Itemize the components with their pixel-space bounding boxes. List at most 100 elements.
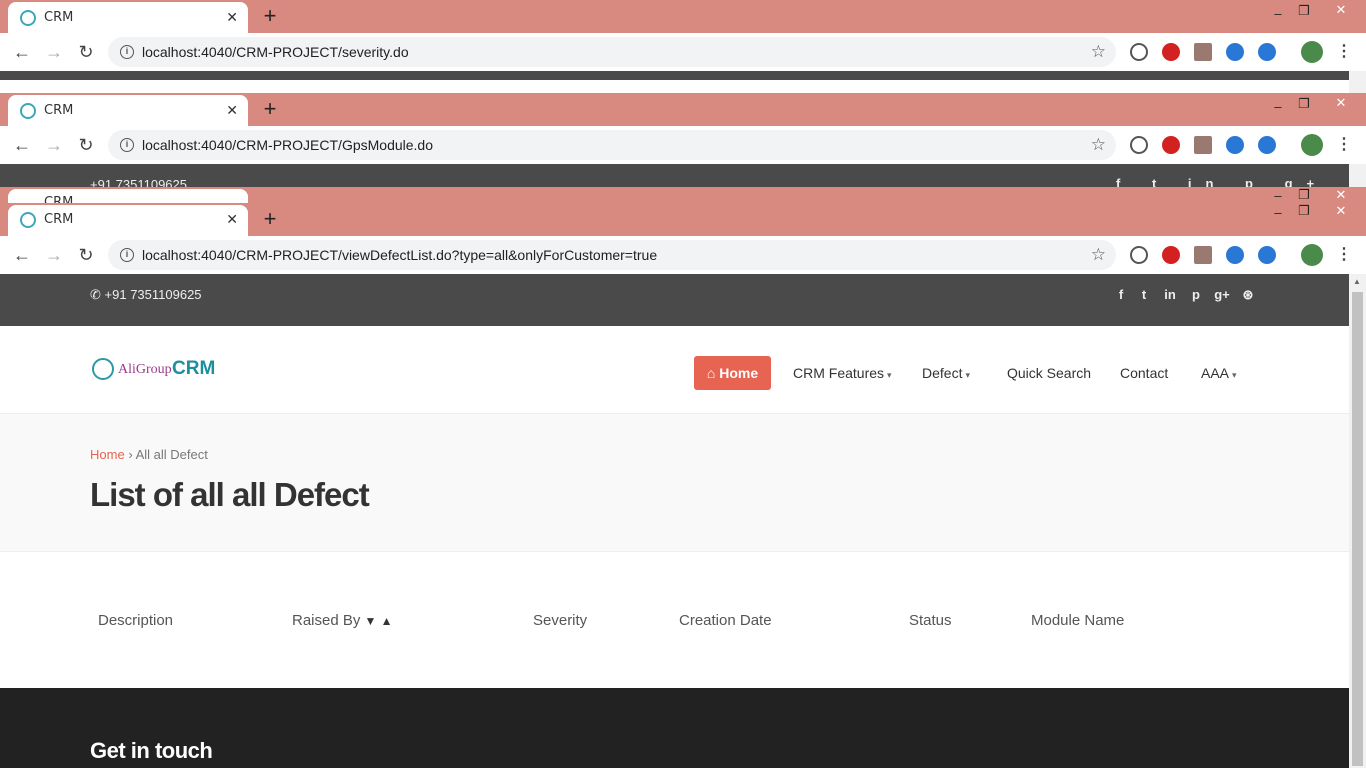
search-extension-icon[interactable] [1226,43,1244,61]
chevron-down-icon: ▾ [1232,370,1237,380]
search-extension-icon[interactable] [1258,43,1276,61]
nav-quick-search[interactable]: Quick Search [1007,365,1091,381]
shield-extension-icon[interactable] [1130,43,1148,61]
reload-button[interactable]: ↻ [75,42,97,62]
tab-1[interactable]: CRM ✕ [8,2,248,34]
back-button[interactable]: ← [11,42,33,62]
column-header-description[interactable]: Description [98,612,173,629]
column-header-creation-date[interactable]: Creation Date [679,612,772,629]
page-peek-1 [0,71,1349,80]
reload-button[interactable]: ↻ [75,245,97,265]
back-button[interactable]: ← [11,135,33,155]
phone-number: +91 7351109625 [104,287,202,302]
adblock-extension-icon[interactable] [1162,246,1180,264]
pinterest-icon[interactable]: p [1187,287,1205,302]
twitter-icon[interactable]: t [1135,287,1153,302]
search-extension-icon[interactable] [1258,246,1276,264]
column-header-status[interactable]: Status [909,612,952,629]
address-bar[interactable]: i localhost:4040/CRM-PROJECT/severity.do… [108,37,1116,67]
profile-avatar[interactable] [1301,134,1323,156]
linkedin-icon[interactable]: in [1161,287,1179,302]
restore-button[interactable]: ❐ [1291,96,1317,112]
sort-ascending-icon[interactable]: ▲ [381,614,393,628]
close-window-button[interactable]: ✕ [1327,2,1355,18]
page-scrollbar[interactable]: ▲ [1349,274,1366,768]
crm-favicon-icon [20,10,36,26]
phone-icon: ✆ [90,287,101,302]
close-tab-icon[interactable]: ✕ [226,9,238,26]
minimize-button[interactable]: – [1265,188,1291,203]
breadcrumb: Home › All all Defect [90,447,208,462]
scroll-thumb[interactable] [1352,292,1363,766]
forward-button[interactable]: → [43,245,65,265]
profile-avatar[interactable] [1301,41,1323,63]
google-plus-icon[interactable]: g+ [1213,287,1231,302]
nav-home-button[interactable]: ⌂ Home [694,356,771,390]
close-window-button[interactable]: ✕ [1327,203,1355,219]
restore-button[interactable]: ❐ [1291,3,1317,19]
nav-contact[interactable]: Contact [1120,365,1168,381]
pdf-extension-icon[interactable] [1194,136,1212,154]
close-window-button[interactable]: ✕ [1327,187,1355,203]
search-extension-icon[interactable] [1258,136,1276,154]
nav-user-menu[interactable]: AAA ▾ [1201,365,1237,381]
forward-button[interactable]: → [43,135,65,155]
bookmark-star-icon[interactable]: ☆ [1091,135,1106,155]
logo-crm-text: CRM [172,358,216,379]
site-header: AliGroup CRM ⌂ Home CRM Features ▾ Defect… [0,326,1349,414]
close-window-button[interactable]: ✕ [1327,95,1355,111]
toolbar-3: ← → ↻ i localhost:4040/CRM-PROJECT/viewD… [0,236,1366,274]
info-icon[interactable]: i [120,45,134,59]
browser-menu-icon[interactable]: ⋮ [1336,245,1352,265]
minimize-button[interactable]: – [1265,205,1291,220]
url-text: localhost:4040/CRM-PROJECT/GpsModule.do [142,137,434,153]
address-bar[interactable]: i localhost:4040/CRM-PROJECT/viewDefectL… [108,240,1116,270]
column-header-severity[interactable]: Severity [533,612,587,629]
pdf-extension-icon[interactable] [1194,246,1212,264]
adblock-extension-icon[interactable] [1162,136,1180,154]
restore-button[interactable]: ❐ [1291,187,1317,203]
breadcrumb-home-link[interactable]: Home [90,447,125,462]
profile-avatar[interactable] [1301,244,1323,266]
browser-menu-icon[interactable]: ⋮ [1336,42,1352,62]
dribbble-icon[interactable]: ⊛ [1239,287,1257,303]
breadcrumb-current: All all Defect [135,447,208,462]
bookmark-star-icon[interactable]: ☆ [1091,245,1106,265]
back-button[interactable]: ← [11,245,33,265]
shield-extension-icon[interactable] [1130,246,1148,264]
scrollbar-peek-1 [1349,71,1366,93]
toolbar-1: ← → ↻ i localhost:4040/CRM-PROJECT/sever… [0,33,1366,71]
column-header-module-name[interactable]: Module Name [1031,612,1124,629]
info-icon[interactable]: i [120,138,134,152]
new-tab-button[interactable]: + [260,96,280,122]
info-icon[interactable]: i [120,248,134,262]
close-tab-icon[interactable]: ✕ [226,102,238,119]
forward-button[interactable]: → [43,42,65,62]
search-extension-icon[interactable] [1226,136,1244,154]
minimize-button[interactable]: – [1265,6,1291,21]
adblock-extension-icon[interactable] [1162,43,1180,61]
column-header-raised-by[interactable]: Raised By ▼ ▲ [292,612,393,629]
nav-crm-features[interactable]: CRM Features ▾ [793,365,892,381]
new-tab-button[interactable]: + [260,206,280,232]
scroll-up-arrow-icon[interactable]: ▲ [1353,277,1361,286]
bookmark-star-icon[interactable]: ☆ [1091,42,1106,62]
browser-menu-icon[interactable]: ⋮ [1336,135,1352,155]
address-bar[interactable]: i localhost:4040/CRM-PROJECT/GpsModule.d… [108,130,1116,160]
new-tab-button[interactable]: + [260,3,280,29]
tab-3[interactable]: CRM ✕ [8,205,248,237]
tab-peek: CRM [8,189,248,203]
search-extension-icon[interactable] [1226,246,1244,264]
shield-extension-icon[interactable] [1130,136,1148,154]
pdf-extension-icon[interactable] [1194,43,1212,61]
sort-descending-icon[interactable]: ▼ [365,614,377,628]
restore-button[interactable]: ❐ [1291,203,1317,219]
facebook-icon[interactable]: f [1112,287,1130,302]
top-info-bar: ✆ +91 7351109625 f t in p g+ ⊛ [0,274,1349,326]
close-tab-icon[interactable]: ✕ [226,211,238,228]
tab-2[interactable]: CRM ✕ [8,95,248,127]
nav-defect[interactable]: Defect ▾ [922,365,970,381]
reload-button[interactable]: ↻ [75,135,97,155]
tab-title: CRM [44,195,74,203]
minimize-button[interactable]: – [1265,99,1291,114]
